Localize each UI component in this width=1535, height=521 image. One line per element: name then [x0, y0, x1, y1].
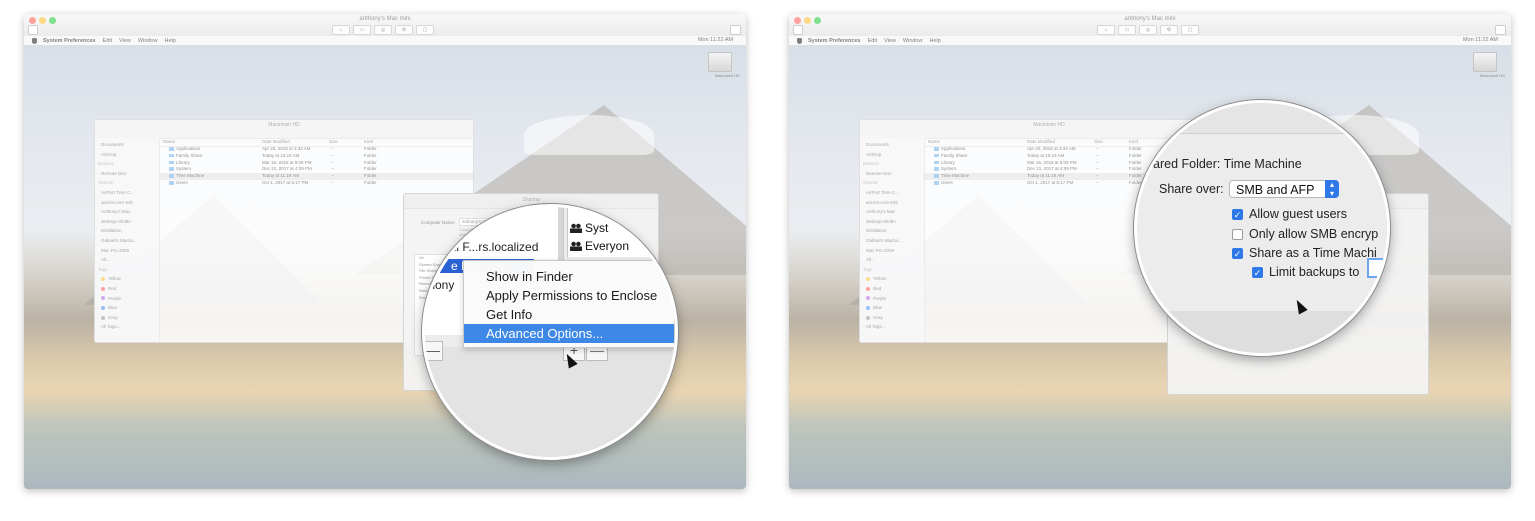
checkbox-smb-encryption[interactable]	[1232, 229, 1243, 240]
checkbox-limit-backups[interactable]: ✓	[1252, 267, 1263, 278]
menu-item-advanced-options[interactable]: Advanced Options...	[464, 324, 674, 343]
remove-folder-button[interactable]: —	[425, 341, 443, 361]
share-over-value: SMB and AFP	[1236, 183, 1315, 197]
checkbox-time-machine[interactable]: ✓	[1232, 248, 1243, 259]
user-row[interactable]: Syst	[570, 221, 608, 235]
checkbox-label: Allow guest users	[1249, 207, 1347, 221]
list-item[interactable]: re	[447, 221, 458, 235]
checkbox-label: Limit backups to	[1269, 265, 1360, 279]
sheet-footer	[1137, 311, 1387, 353]
magnifier-context-menu: re ial F...rs.localized e Machine thony …	[422, 204, 678, 460]
right-screenshot-panel: anthony's Mac mini ⌂ ▭ ◎ ⚙ ▢ System Pref…	[789, 14, 1511, 489]
user-row[interactable]: Everyon	[570, 239, 629, 253]
users-icon	[570, 223, 582, 233]
menu-item-show-in-finder[interactable]: Show in Finder	[464, 267, 674, 286]
menu-item-apply-permissions[interactable]: Apply Permissions to Enclose	[464, 286, 674, 305]
checkbox-allow-guest-users[interactable]: ✓	[1232, 209, 1243, 220]
window-bottom-bar	[425, 347, 675, 457]
checkbox-label: Share as a Time Machi	[1249, 246, 1377, 260]
list-item[interactable]: ial F...rs.localized	[447, 240, 538, 254]
checkbox-label: Only allow SMB encryp	[1249, 227, 1379, 241]
share-over-label: Share over:	[1159, 182, 1224, 196]
backup-limit-field[interactable]	[1367, 258, 1387, 278]
chevron-updown-icon: ▴ ▾	[1325, 180, 1339, 198]
list-item[interactable]: thony	[425, 278, 454, 292]
users-icon	[570, 241, 582, 251]
sheet-header	[1137, 103, 1387, 134]
magnifier-advanced-options: ared Folder: Time Machine Share over: SM…	[1134, 100, 1390, 356]
shared-folder-label: ared Folder: Time Machine	[1153, 157, 1302, 171]
share-over-popup[interactable]: SMB and AFP ▴ ▾	[1229, 180, 1339, 198]
left-screenshot-panel: anthony's Mac mini ⌂ ▭ ◎ ⚙ ▢ System Pref…	[24, 14, 746, 489]
users-list: Syst Everyon	[567, 207, 675, 257]
menu-item-get-info[interactable]: Get Info	[464, 305, 674, 324]
context-menu: Show in Finder Apply Permissions to Encl…	[463, 260, 675, 348]
